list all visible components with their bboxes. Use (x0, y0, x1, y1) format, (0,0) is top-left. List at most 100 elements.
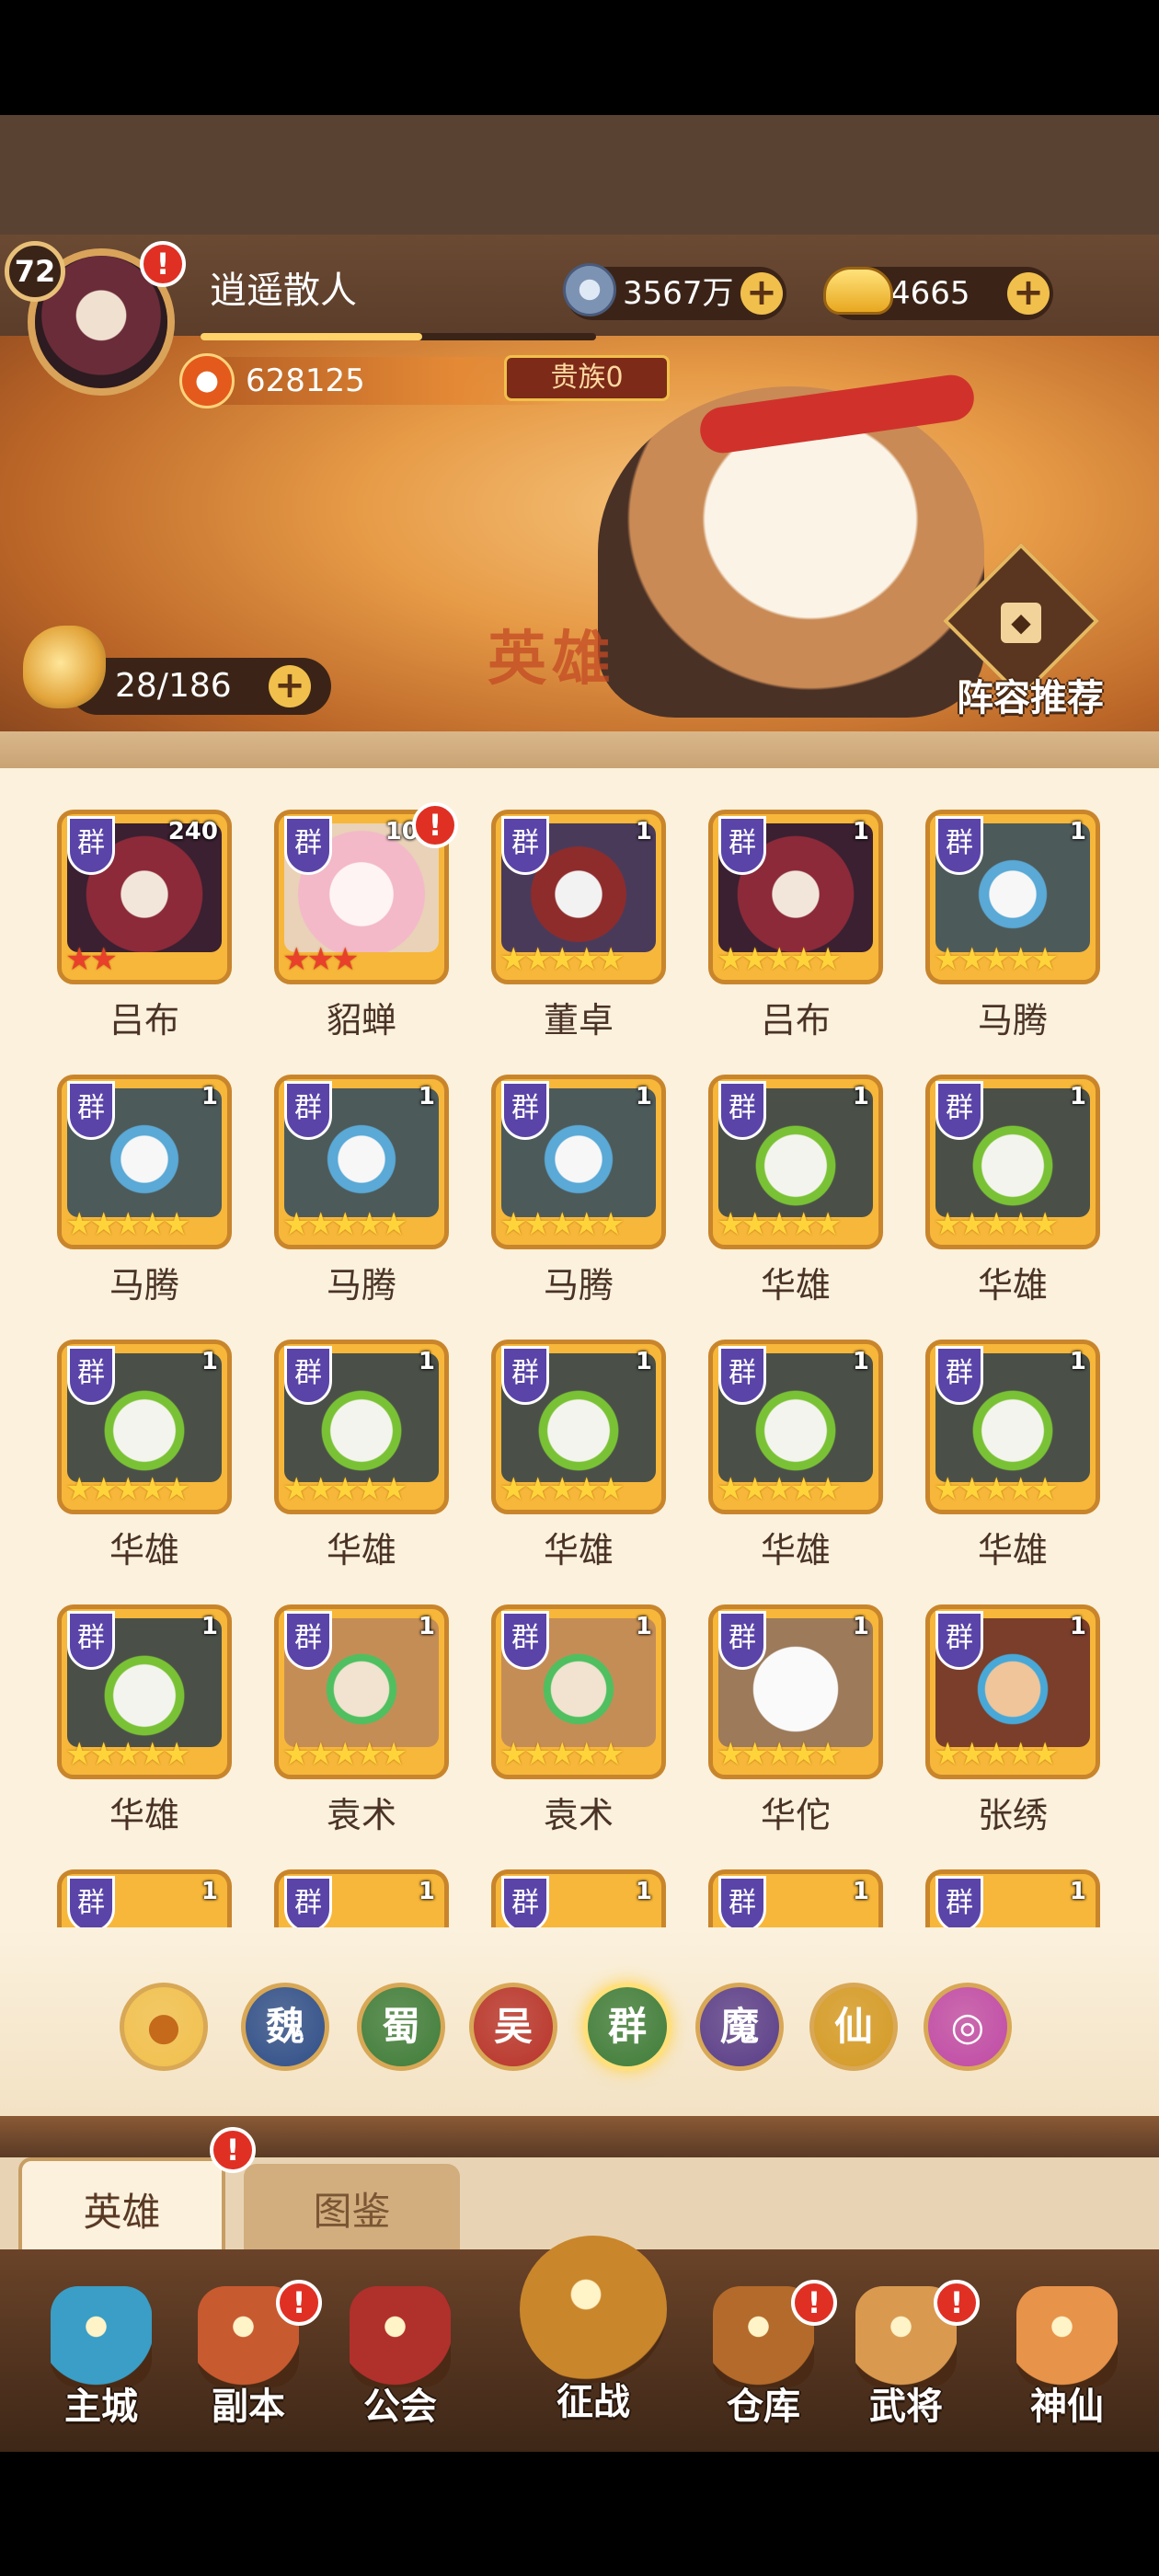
hero-card[interactable]: 群 1 ★★★★★ (708, 810, 883, 984)
hero-card[interactable]: 群 1 ★★★★★ (708, 1340, 883, 1514)
hero-name: 董卓 (543, 1000, 614, 1041)
avatar-alert-icon: ! (140, 241, 186, 287)
nav-label: 公会 (363, 2386, 437, 2428)
hero-card[interactable]: 群 1 ★★★★★ (925, 1075, 1100, 1249)
hero-name: 华雄 (326, 1530, 396, 1570)
faction-badge: 群 (718, 816, 766, 875)
hero-name: 吕布 (760, 1000, 831, 1041)
ingot-icon (823, 267, 893, 315)
coin-icon (563, 263, 616, 316)
hero-card[interactable]: 群 1 ★★★★★ (708, 1075, 883, 1249)
nav-神仙[interactable]: 神仙 (1003, 2286, 1131, 2443)
hero-name: 马腾 (109, 1265, 179, 1305)
hero-card[interactable]: 群 1 ★★★★★ (274, 1075, 449, 1249)
nav-label: 神仙 (1030, 2386, 1104, 2428)
hero-card[interactable]: 群 1 ★★★★★ (925, 810, 1100, 984)
hero-card-partial[interactable]: 群1 (491, 1869, 666, 1934)
ingot-amount: 4665 (890, 275, 970, 312)
hero-fragment-count: 1 (635, 818, 652, 845)
hero-name: 华雄 (760, 1265, 831, 1305)
star-rating: ★★★★★ (65, 1736, 190, 1773)
faction-badge: 群 (284, 816, 332, 875)
power-value: 628125 (246, 362, 365, 399)
star-rating: ★★★★★ (934, 941, 1059, 978)
tab-codex[interactable]: 图鉴 (244, 2164, 460, 2260)
filter-蜀[interactable]: 蜀 (357, 1983, 445, 2071)
star-rating: ★★★★★ (717, 1206, 842, 1243)
hero-name: 张绣 (977, 1795, 1048, 1835)
star-rating: ★★★★★ (717, 1471, 842, 1508)
hero-name: 华佗 (760, 1795, 831, 1835)
hero-card-partial[interactable]: 群1 (274, 1869, 449, 1934)
paw-icon: ● (179, 353, 235, 408)
hero-fragment-count: 1 (201, 1348, 218, 1375)
hero-card-partial[interactable]: 群1 (57, 1869, 232, 1934)
star-rating: ★★★★★ (499, 941, 625, 978)
faction-badge: 群 (501, 1081, 549, 1140)
hero-card-partial[interactable]: 群1 (708, 1869, 883, 1934)
filter-仙[interactable]: 仙 (809, 1983, 898, 2071)
faction-badge: 群 (67, 816, 115, 875)
faction-badge: 群 (67, 1876, 115, 1933)
player-level: 72 (5, 241, 65, 302)
star-rating: ★★★★★ (499, 1471, 625, 1508)
hero-card[interactable]: 群 1 ★★★★★ (491, 1075, 666, 1249)
nav-主城[interactable]: 主城 (37, 2286, 166, 2443)
hero-name: 华雄 (977, 1530, 1048, 1570)
hero-card[interactable]: 群 1 ★★★★★ (274, 1604, 449, 1779)
hero-card[interactable]: 群 1 ★★★★★ (491, 1340, 666, 1514)
hero-card[interactable]: 群 1 ★★★★★ (274, 1340, 449, 1514)
hero-card[interactable]: 群 1 ★★★★★ (708, 1604, 883, 1779)
hero-card[interactable]: 群 1 ★★★★★ (925, 1604, 1100, 1779)
spiral-icon[interactable]: ◎ (924, 1983, 1012, 2071)
nav-label: 仓库 (727, 2386, 800, 2428)
card-paw-icon: ◆ (1001, 603, 1041, 643)
hero-card-partial[interactable]: 群1 (925, 1869, 1100, 1934)
faction-badge: 群 (501, 816, 549, 875)
noble-badge[interactable]: 贵族0 (504, 355, 670, 401)
star-rating: ★★★★★ (934, 1471, 1059, 1508)
star-rating: ★★★★★ (65, 1206, 190, 1243)
faction-badge: 群 (67, 1081, 115, 1140)
star-rating: ★★★★★ (934, 1736, 1059, 1773)
hero-name: 华雄 (109, 1530, 179, 1570)
tab-codex-label: 图鉴 (313, 2189, 391, 2234)
hero-card[interactable]: 群 1 ★★★★★ (57, 1604, 232, 1779)
faction-badge: 群 (284, 1081, 332, 1140)
hero-fragment-count: 1 (418, 1878, 435, 1905)
hero-fragment-count: 1 (1069, 1878, 1086, 1905)
faction-badge: 群 (718, 1876, 766, 1933)
nav-label: 征战 (557, 2381, 630, 2423)
star-rating: ★★★★★ (717, 1736, 842, 1773)
faction-badge: 群 (935, 1081, 983, 1140)
hero-name: 华雄 (760, 1530, 831, 1570)
hero-fragment-count: 1 (1069, 1348, 1086, 1375)
nav-label: 主城 (64, 2386, 138, 2428)
filter-魔[interactable]: 魔 (695, 1983, 784, 2071)
faction-badge: 群 (935, 816, 983, 875)
grid-frame (0, 731, 1159, 768)
star-rating: ★★★★★ (499, 1206, 625, 1243)
hero-card[interactable]: 群 1 ★★★★★ (491, 810, 666, 984)
faction-badge: 群 (501, 1876, 549, 1933)
add-ingots-button[interactable]: + (1007, 272, 1050, 315)
filter-吴[interactable]: 吴 (469, 1983, 557, 2071)
hero-fragment-count: 1 (201, 1878, 218, 1905)
hero-card[interactable]: 群 240 ★★ (57, 810, 232, 984)
tab-heroes-label: 英雄 (83, 2190, 161, 2235)
nav-label: 武将 (869, 2386, 943, 2428)
nav-征战[interactable]: 征战 (515, 2236, 671, 2423)
add-hero-slot-button[interactable]: + (269, 665, 311, 707)
faction-badge: 群 (284, 1346, 332, 1405)
tab-heroes[interactable]: 英雄 (18, 2157, 225, 2260)
hero-card[interactable]: 群 1 ★★★★★ (57, 1340, 232, 1514)
paw-icon[interactable]: ● (120, 1983, 208, 2071)
hero-card[interactable]: 群 1 ★★★★★ (57, 1075, 232, 1249)
filter-群[interactable]: 群 (583, 1983, 671, 2071)
nav-公会[interactable]: 公会 (336, 2286, 465, 2443)
hero-card[interactable]: 群 1 ★★★★★ (925, 1340, 1100, 1514)
hero-card[interactable]: 群 1 ★★★★★ (491, 1604, 666, 1779)
faction-badge: 群 (718, 1611, 766, 1670)
filter-魏[interactable]: 魏 (241, 1983, 329, 2071)
add-coins-button[interactable]: + (740, 272, 783, 315)
